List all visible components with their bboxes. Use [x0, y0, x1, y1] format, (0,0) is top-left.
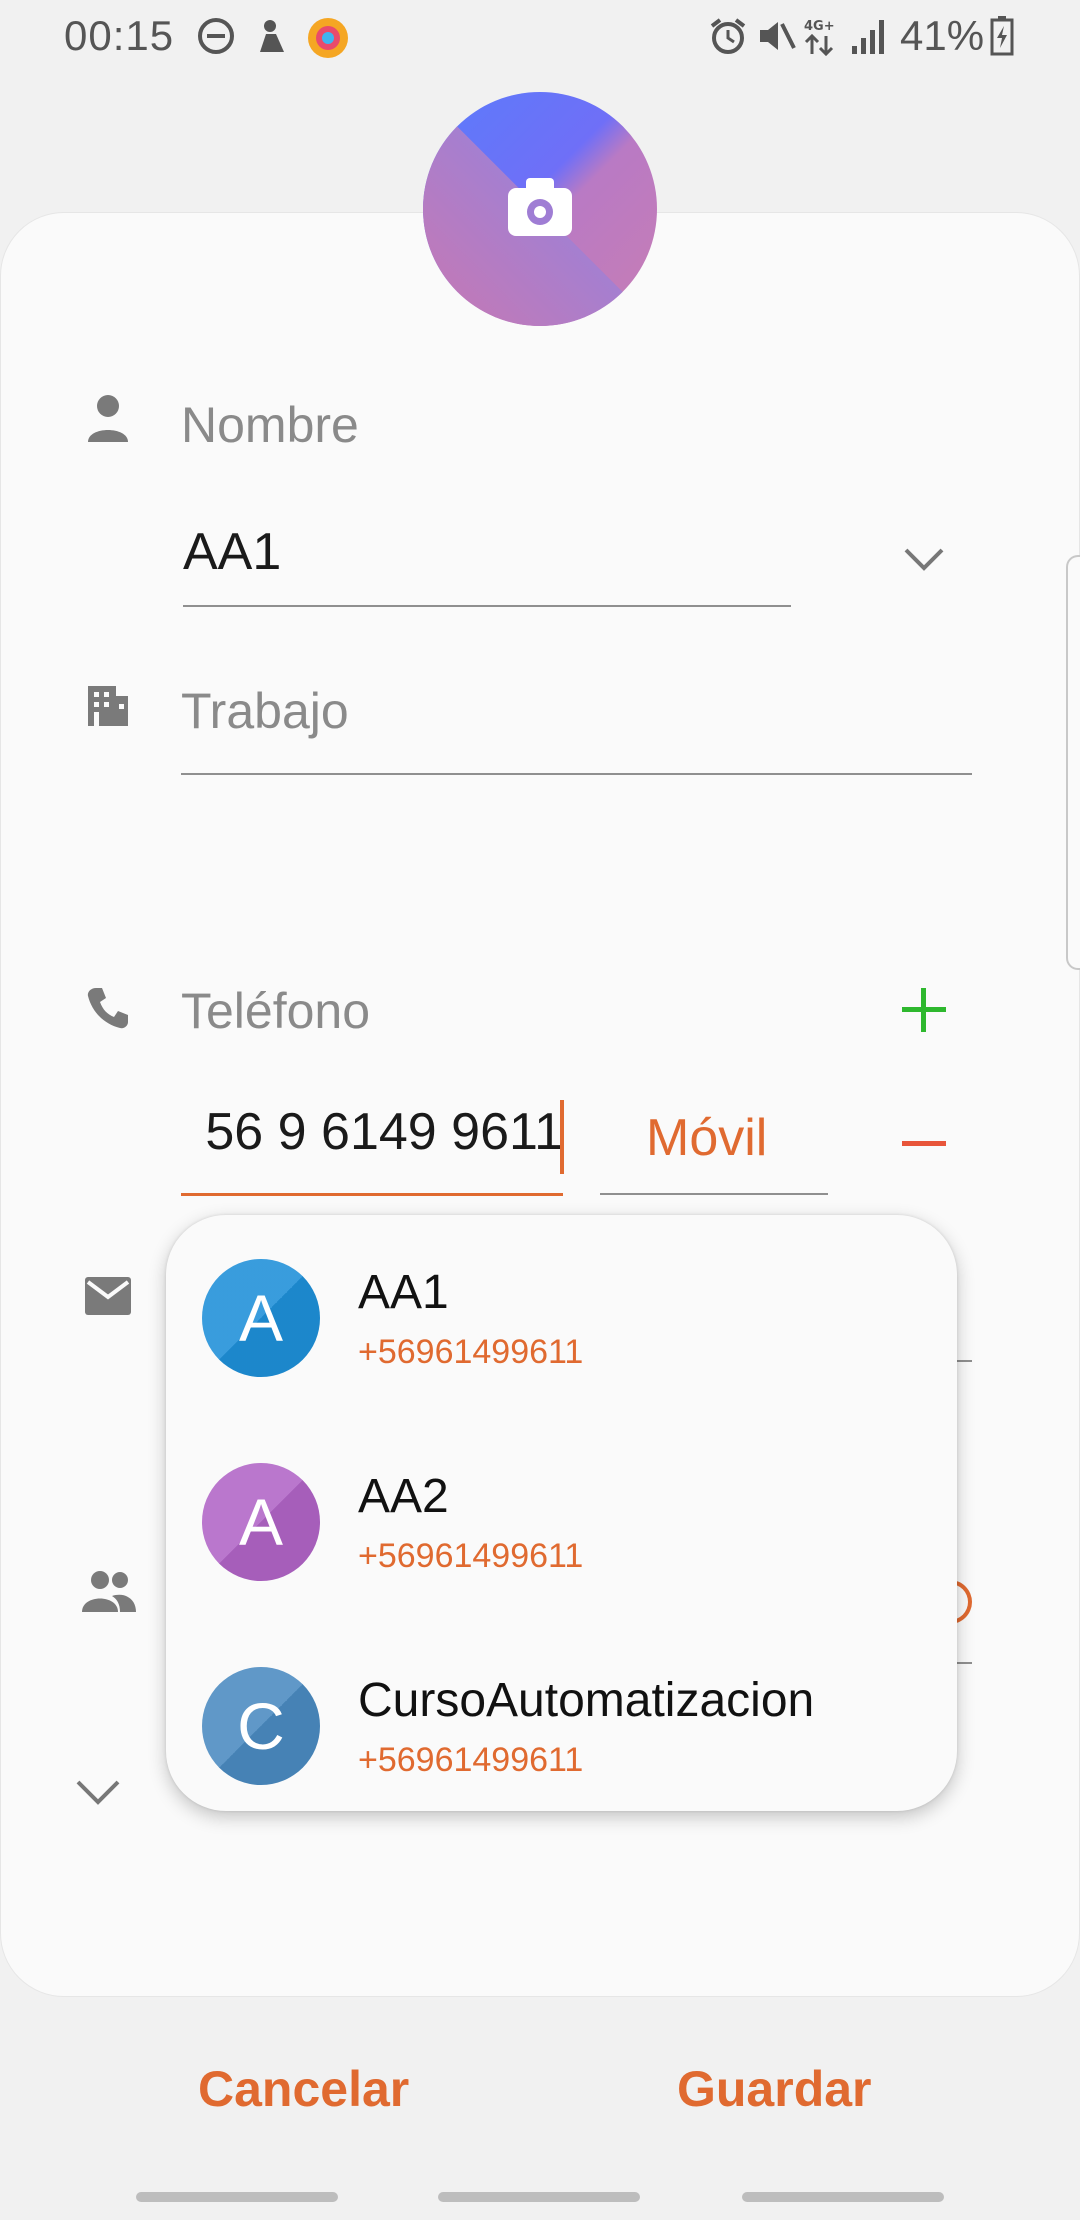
phone-type-underline	[600, 1193, 828, 1195]
phone-input[interactable]: 56 9 6149 9611	[181, 1100, 563, 1180]
suggestion-item[interactable]: C CursoAutomatizacion +56961499611	[166, 1623, 957, 1827]
group-icon	[82, 1571, 136, 1612]
battery-icon	[990, 16, 1014, 56]
building-icon	[88, 686, 128, 726]
remove-phone-icon[interactable]	[900, 1140, 948, 1148]
suggestion-phone: +56961499611	[358, 1537, 584, 1575]
person-icon	[88, 395, 128, 442]
contact-suggestions-popup: A AA1 +56961499611 A AA2 +56961499611 C …	[166, 1215, 957, 1811]
save-button[interactable]: Guardar	[677, 2060, 872, 2118]
scrollbar[interactable]	[1066, 555, 1080, 970]
nav-home[interactable]	[438, 2192, 640, 2202]
suggestion-item[interactable]: A AA1 +56961499611	[166, 1215, 957, 1419]
mute-icon	[760, 22, 796, 50]
app-icon	[308, 18, 348, 58]
name-underline	[183, 605, 791, 607]
name-label: Nombre	[181, 397, 359, 453]
phone-label: Teléfono	[181, 983, 371, 1039]
signal-icon	[852, 20, 884, 54]
nav-recents[interactable]	[136, 2192, 338, 2202]
work-underline	[181, 773, 972, 775]
phone-type-select[interactable]: Móvil	[646, 1108, 767, 1168]
4g-icon: 4G+	[804, 19, 835, 56]
suggestion-name: CursoAutomatizacion	[358, 1674, 815, 1727]
do-not-disturb-icon	[198, 18, 234, 54]
phone-value: 56 9 6149 9611	[205, 1103, 563, 1161]
status-bar: 00:15 4G+ 41%	[0, 0, 1080, 70]
avatar: C	[202, 1667, 320, 1785]
phone-icon	[87, 988, 128, 1029]
cancel-button[interactable]: Cancelar	[198, 2060, 409, 2118]
suggestion-item[interactable]: A AA2 +56961499611	[166, 1419, 957, 1623]
avatar: A	[202, 1259, 320, 1377]
battery-percent: 41%	[900, 12, 985, 59]
suggestion-name: AA1	[358, 1266, 449, 1319]
phone-underline	[181, 1193, 563, 1196]
text-cursor	[560, 1100, 564, 1174]
chevron-down-icon[interactable]	[902, 546, 946, 574]
nav-back[interactable]	[742, 2192, 944, 2202]
suggestion-name: AA2	[358, 1470, 449, 1523]
add-phone-icon[interactable]	[900, 986, 948, 1034]
camera-icon	[508, 178, 572, 236]
svg-text:4G+: 4G+	[804, 19, 835, 34]
work-input[interactable]: Trabajo	[181, 682, 349, 740]
expand-more-icon[interactable]	[74, 1778, 122, 1806]
notification-icon	[260, 20, 284, 52]
alarm-icon	[710, 18, 746, 54]
email-icon	[85, 1277, 131, 1315]
name-input[interactable]: AA1	[183, 522, 281, 582]
suggestion-phone: +56961499611	[358, 1741, 584, 1779]
avatar: A	[202, 1463, 320, 1581]
suggestion-phone: +56961499611	[358, 1333, 584, 1371]
status-time: 00:15	[64, 12, 175, 59]
contact-photo-button[interactable]	[423, 92, 657, 326]
